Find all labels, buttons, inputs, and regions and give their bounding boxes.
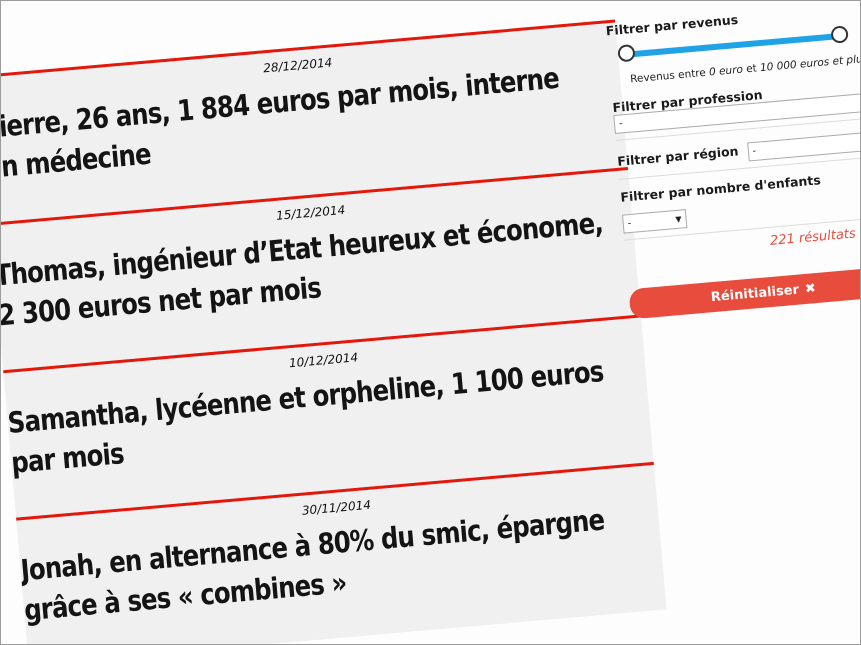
revenue-range-plus: et plus <box>832 52 861 68</box>
children-select-value: - <box>627 217 632 230</box>
article-title[interactable]: Pierre, 26 ans, 1 884 euros par mois, in… <box>1 54 602 188</box>
revenue-range-prefix: Revenus entre <box>629 66 707 86</box>
region-select[interactable]: - ▼ <box>746 131 860 162</box>
rotated-stage: 28/12/2014 Pierre, 26 ans, 1 884 euros p… <box>1 1 861 644</box>
filters-sidebar: Filtrer par revenus Revenus entre 0 euro… <box>605 1 861 320</box>
revenue-slider-max-handle[interactable] <box>829 25 849 44</box>
profession-select-value: - <box>618 118 624 130</box>
close-icon: ✖ <box>804 280 817 297</box>
reset-button-label: Réinitialiser <box>710 282 800 305</box>
region-select-value: - <box>752 145 757 158</box>
article-list: 28/12/2014 Pierre, 26 ans, 1 884 euros p… <box>1 19 667 644</box>
revenue-slider-track[interactable] <box>625 33 840 58</box>
chevron-down-icon: ▼ <box>675 214 682 225</box>
revenue-slider-min-handle[interactable] <box>616 44 636 63</box>
region-filter-label: Filtrer par région <box>616 143 740 169</box>
reset-button[interactable]: Réinitialiser ✖ <box>628 266 860 320</box>
children-select[interactable]: - ▼ <box>621 209 688 234</box>
page-viewport: 28/12/2014 Pierre, 26 ans, 1 884 euros p… <box>0 0 861 645</box>
revenue-range-max: 10 000 euros <box>759 56 830 75</box>
revenue-range-min: 0 euro <box>708 63 744 79</box>
revenue-range-mid: et <box>745 62 758 76</box>
